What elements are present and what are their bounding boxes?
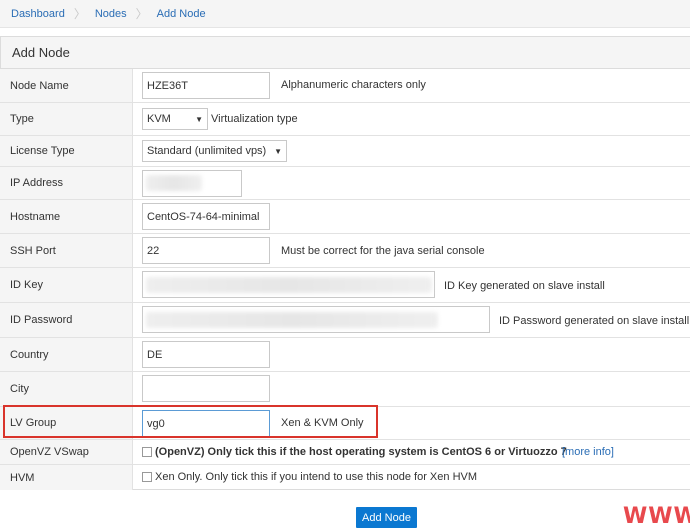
more-info-link[interactable]: [more info] [562,446,614,458]
row-hvm: HVM Xen Only. Only tick this if you inte… [0,464,690,490]
node-name-hint: Alphanumeric characters only [281,79,426,91]
watermark: WWW.‘ [623,504,690,529]
type-label: Type [0,103,133,135]
row-openvz-vswap: OpenVZ VSwap (OpenVZ) Only tick this if … [0,439,690,464]
license-type-select-value: Standard (unlimited vps) [147,145,267,157]
ssh-port-hint: Must be correct for the java serial cons… [281,245,485,257]
license-type-select[interactable]: Standard (unlimited vps) ▼ [142,140,287,162]
hvm-text: Xen Only. Only tick this if you intend t… [155,471,478,483]
openvz-vswap-text: (OpenVZ) Only tick this if the host oper… [155,446,567,458]
chevron-down-icon: ▼ [195,114,203,124]
row-city: City [0,371,690,406]
row-id-key: ID Key ID Key generated on slave install [0,267,690,302]
breadcrumb-dashboard[interactable]: Dashboard [11,8,65,20]
redacted-blur [146,312,438,328]
panel-title: Add Node [1,37,690,69]
ip-address-label: IP Address [0,167,133,199]
row-license-type: License Type Standard (unlimited vps) ▼ [0,135,690,166]
node-name-label: Node Name [0,69,133,102]
ssh-port-input[interactable]: 22 [142,237,270,264]
breadcrumb-nodes[interactable]: Nodes [95,8,127,20]
breadcrumb-add-node[interactable]: Add Node [157,8,206,20]
hvm-label: HVM [0,465,133,490]
hvm-checkbox[interactable] [142,472,152,482]
id-password-label: ID Password [0,303,133,337]
city-label: City [0,372,133,406]
add-node-button[interactable]: Add Node [356,507,417,528]
id-key-label: ID Key [0,268,133,302]
city-input[interactable] [142,375,270,402]
ssh-port-label: SSH Port [0,234,133,267]
license-type-label: License Type [0,136,133,166]
openvz-vswap-label: OpenVZ VSwap [0,440,133,464]
hostname-input[interactable]: CentOS-74-64-minimal [142,203,270,230]
type-select[interactable]: KVM ▼ [142,108,208,130]
redacted-blur [146,277,432,293]
row-node-name: Node Name HZE36T Alphanumeric characters… [0,69,690,102]
breadcrumb-separator: 〉 [73,7,86,21]
openvz-vswap-checkbox[interactable] [142,447,152,457]
type-hint: Virtualization type [211,113,298,125]
hostname-label: Hostname [0,200,133,233]
lv-group-highlight-box [3,405,378,438]
row-country: Country DE [0,337,690,371]
row-hostname: Hostname CentOS-74-64-minimal [0,199,690,233]
row-ip-address: IP Address [0,166,690,199]
row-type: Type KVM ▼ Virtualization type [0,102,690,135]
breadcrumb: Dashboard 〉 Nodes 〉 Add Node [0,0,690,28]
id-key-hint: ID Key generated on slave install [444,280,605,292]
row-ssh-port: SSH Port 22 Must be correct for the java… [0,233,690,267]
country-input[interactable]: DE [142,341,270,368]
node-name-input[interactable]: HZE36T [142,72,270,99]
breadcrumb-separator: 〉 [135,7,148,21]
id-password-hint: ID Password generated on slave install [499,315,690,327]
redacted-blur [146,175,202,191]
country-label: Country [0,338,133,371]
chevron-down-icon: ▼ [274,146,282,156]
row-id-password: ID Password ID Password generated on sla… [0,302,690,337]
type-select-value: KVM [147,113,171,125]
